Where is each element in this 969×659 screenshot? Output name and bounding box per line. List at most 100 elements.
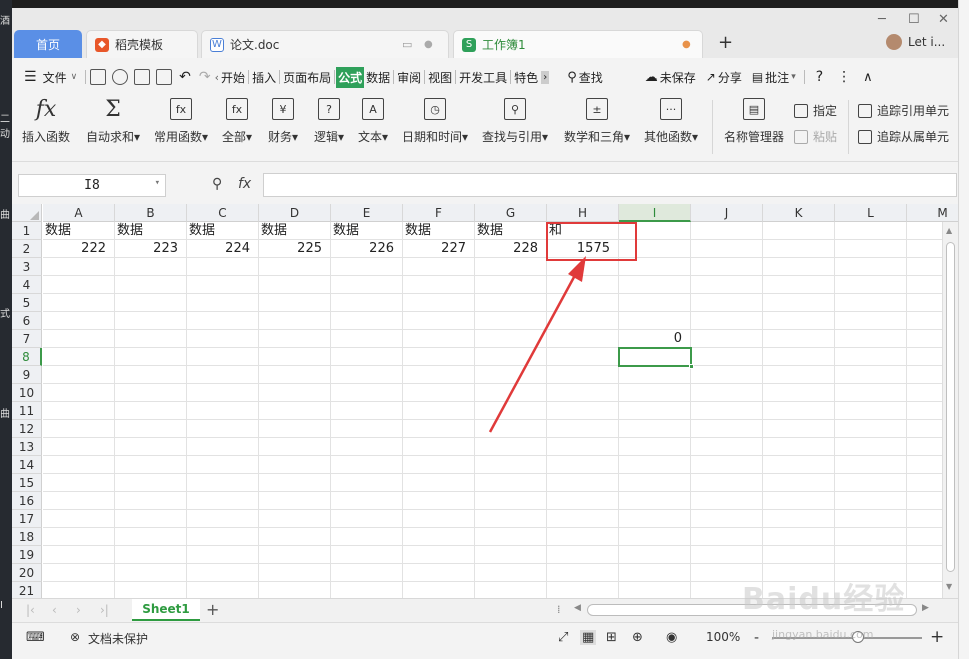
row-header-3[interactable]: 3: [12, 258, 42, 276]
cell-j5[interactable]: [691, 294, 763, 312]
cell-i5[interactable]: [619, 294, 691, 312]
row-header-6[interactable]: 6: [12, 312, 42, 330]
cell-d21[interactable]: [259, 582, 331, 598]
cell-b4[interactable]: [115, 276, 187, 294]
cell-d7[interactable]: [259, 330, 331, 348]
cell-f11[interactable]: [403, 402, 475, 420]
cell-k3[interactable]: [763, 258, 835, 276]
cell-b12[interactable]: [115, 420, 187, 438]
cell-c21[interactable]: [187, 582, 259, 598]
cell-g17[interactable]: [475, 510, 547, 528]
cell-j14[interactable]: [691, 456, 763, 474]
scroll-down-icon[interactable]: ▼: [946, 582, 952, 591]
cell-f21[interactable]: [403, 582, 475, 598]
cell-b14[interactable]: [115, 456, 187, 474]
cell-e13[interactable]: [331, 438, 403, 456]
math-button[interactable]: ± 数学和三角▾: [564, 98, 630, 145]
cell-l10[interactable]: [835, 384, 907, 402]
cell-e14[interactable]: [331, 456, 403, 474]
row-header-16[interactable]: 16: [12, 492, 42, 510]
spreadsheet-grid[interactable]: ABCDEFGHIJKLM 1 2 3 4 5 6 7 8 9 10 11 12 13 14 15 16 17 1…: [12, 204, 958, 598]
cell-j8[interactable]: [691, 348, 763, 366]
row-header-21[interactable]: 21: [12, 582, 42, 598]
fill-handle[interactable]: [689, 364, 694, 369]
cell-f15[interactable]: [403, 474, 475, 492]
search-button[interactable]: 查找: [577, 67, 605, 88]
cell-k4[interactable]: [763, 276, 835, 294]
cell-a14[interactable]: [43, 456, 115, 474]
cell-k9[interactable]: [763, 366, 835, 384]
cell-j18[interactable]: [691, 528, 763, 546]
cell-e12[interactable]: [331, 420, 403, 438]
fx-button[interactable]: fx: [238, 176, 251, 192]
cell-j6[interactable]: [691, 312, 763, 330]
paste-button[interactable]: 粘贴: [794, 128, 837, 145]
cell-f19[interactable]: [403, 546, 475, 564]
cell-k8[interactable]: [763, 348, 835, 366]
cell-g15[interactable]: [475, 474, 547, 492]
cell-j16[interactable]: [691, 492, 763, 510]
scroll-left-icon[interactable]: ◀: [574, 603, 581, 613]
trace-precedents-button[interactable]: 追踪引用单元: [858, 102, 949, 119]
cell-c14[interactable]: [187, 456, 259, 474]
cell-j11[interactable]: [691, 402, 763, 420]
cell-e8[interactable]: [331, 348, 403, 366]
cell-i18[interactable]: [619, 528, 691, 546]
column-header-g[interactable]: G: [475, 204, 547, 222]
column-header-k[interactable]: K: [763, 204, 835, 222]
fullscreen-icon[interactable]: ⤢: [558, 630, 568, 645]
cell-f10[interactable]: [403, 384, 475, 402]
cell-b3[interactable]: [115, 258, 187, 276]
cell-f4[interactable]: [403, 276, 475, 294]
cell-i4[interactable]: [619, 276, 691, 294]
cell-d6[interactable]: [259, 312, 331, 330]
cell-l17[interactable]: [835, 510, 907, 528]
cell-d20[interactable]: [259, 564, 331, 582]
cell-b11[interactable]: [115, 402, 187, 420]
cell-l5[interactable]: [835, 294, 907, 312]
cell-f7[interactable]: [403, 330, 475, 348]
cell-c4[interactable]: [187, 276, 259, 294]
page-break-icon[interactable]: ⊞: [606, 630, 617, 645]
comment-button[interactable]: 批注: [763, 67, 791, 88]
cell-b2[interactable]: 223: [115, 240, 187, 258]
cell-a21[interactable]: [43, 582, 115, 598]
cell-d17[interactable]: [259, 510, 331, 528]
cell-j13[interactable]: [691, 438, 763, 456]
cell-b17[interactable]: [115, 510, 187, 528]
prev-sheet-icon[interactable]: ‹: [52, 603, 57, 617]
row-header-2[interactable]: 2: [12, 240, 42, 258]
menu-special[interactable]: 特色: [512, 67, 540, 88]
row-header-17[interactable]: 17: [12, 510, 42, 528]
menu-view[interactable]: 视图: [426, 67, 454, 88]
cell-l3[interactable]: [835, 258, 907, 276]
cell-h15[interactable]: [547, 474, 619, 492]
row-header-8[interactable]: 8: [12, 348, 42, 366]
cell-a12[interactable]: [43, 420, 115, 438]
text-button[interactable]: A 文本▾: [358, 98, 388, 145]
row-header-9[interactable]: 9: [12, 366, 42, 384]
finance-button[interactable]: ¥ 财务▾: [268, 98, 298, 145]
cell-d11[interactable]: [259, 402, 331, 420]
cell-f5[interactable]: [403, 294, 475, 312]
cell-b7[interactable]: [115, 330, 187, 348]
cell-l1[interactable]: [835, 222, 907, 240]
tab-home[interactable]: 首页: [14, 30, 82, 58]
cell-f8[interactable]: [403, 348, 475, 366]
cell-g14[interactable]: [475, 456, 547, 474]
row-header-18[interactable]: 18: [12, 528, 42, 546]
column-header-a[interactable]: A: [43, 204, 115, 222]
cell-c13[interactable]: [187, 438, 259, 456]
cell-e3[interactable]: [331, 258, 403, 276]
cell-g16[interactable]: [475, 492, 547, 510]
cell-f6[interactable]: [403, 312, 475, 330]
cell-c17[interactable]: [187, 510, 259, 528]
cell-k2[interactable]: [763, 240, 835, 258]
cell-e11[interactable]: [331, 402, 403, 420]
tab-workbook[interactable]: S 工作簿1 ●: [453, 30, 703, 58]
cell-k13[interactable]: [763, 438, 835, 456]
cell-a10[interactable]: [43, 384, 115, 402]
name-manager-button[interactable]: ▤ 名称管理器: [724, 98, 784, 145]
cell-c11[interactable]: [187, 402, 259, 420]
cell-c7[interactable]: [187, 330, 259, 348]
